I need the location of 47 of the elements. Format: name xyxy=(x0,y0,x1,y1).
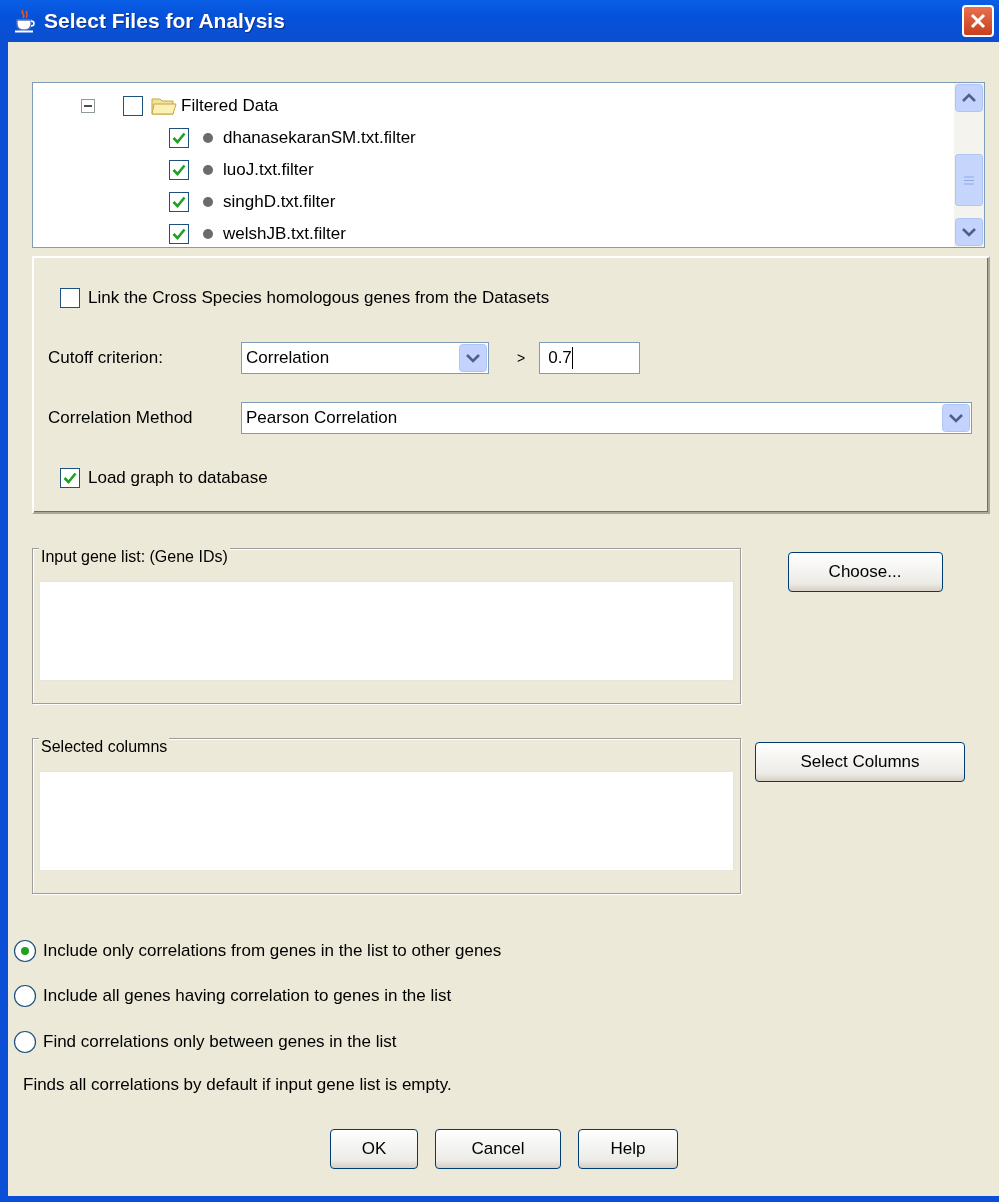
cutoff-dropdown[interactable]: Correlation xyxy=(241,342,489,374)
hint-text: Finds all correlations by default if input gene list is empty. xyxy=(23,1074,453,1096)
threshold-input[interactable]: 0.7 xyxy=(539,342,641,374)
coffee-cup-icon xyxy=(14,9,36,33)
radio-button[interactable] xyxy=(13,984,37,1009)
window-title: Select Files for Analysis xyxy=(44,9,286,33)
checkbox[interactable] xyxy=(123,96,143,116)
radio-label: Include all genes having correlation to genes in the list xyxy=(43,986,452,1007)
folder-icon xyxy=(151,96,177,116)
tree-item-label[interactable]: luoJ.txt.filter xyxy=(223,160,314,180)
checkbox[interactable] xyxy=(169,128,189,148)
scroll-down-icon[interactable] xyxy=(955,218,983,246)
operator-label: > xyxy=(517,350,526,366)
radio-label: Include only correlations from genes in the list to other genes xyxy=(43,940,502,961)
checkbox[interactable] xyxy=(169,224,189,244)
bullet-icon xyxy=(203,165,213,175)
select-columns-button[interactable]: Select Columns xyxy=(755,742,965,782)
checkbox-label: Load graph to database xyxy=(88,468,268,488)
checkbox[interactable] xyxy=(169,192,189,212)
group-title: Input gene list: (Gene IDs) xyxy=(39,548,230,566)
close-button[interactable] xyxy=(962,5,994,37)
scroll-up-icon[interactable] xyxy=(955,84,983,112)
dialog-button[interactable]: OK xyxy=(330,1128,418,1169)
scrollbar[interactable] xyxy=(954,83,984,247)
close-icon[interactable] xyxy=(969,12,987,30)
tree-item-label[interactable]: welshJB.txt.filter xyxy=(223,224,346,244)
checkbox-label: Link the Cross Species homologous genes from the Datasets xyxy=(88,288,550,308)
radio-label: Find correlations only between genes in the list xyxy=(43,1031,397,1052)
radio-button[interactable] xyxy=(13,1029,37,1054)
checkbox[interactable] xyxy=(60,288,80,308)
bullet-icon xyxy=(203,197,213,207)
dialog-button[interactable]: Cancel xyxy=(435,1128,561,1169)
checkbox[interactable] xyxy=(169,160,189,180)
bullet-icon xyxy=(203,229,213,239)
field-label: Correlation Method xyxy=(48,408,194,428)
scroll-thumb[interactable] xyxy=(955,154,983,206)
bullet-icon xyxy=(203,133,213,143)
tree-item-label[interactable]: Filtered Data xyxy=(181,96,279,116)
choose-button[interactable]: Choose... xyxy=(787,552,943,592)
checkbox[interactable] xyxy=(60,468,80,488)
field-label: Cutoff criterion: xyxy=(48,348,164,368)
dialog-button[interactable]: Help xyxy=(578,1128,678,1169)
radio-button[interactable] xyxy=(13,938,37,963)
tree-item-label[interactable]: dhanasekaranSM.txt.filter xyxy=(223,128,416,148)
method-dropdown[interactable]: Pearson Correlation xyxy=(241,402,972,434)
collapse-icon[interactable] xyxy=(81,99,95,113)
tree-item-label[interactable]: singhD.txt.filter xyxy=(223,192,336,212)
